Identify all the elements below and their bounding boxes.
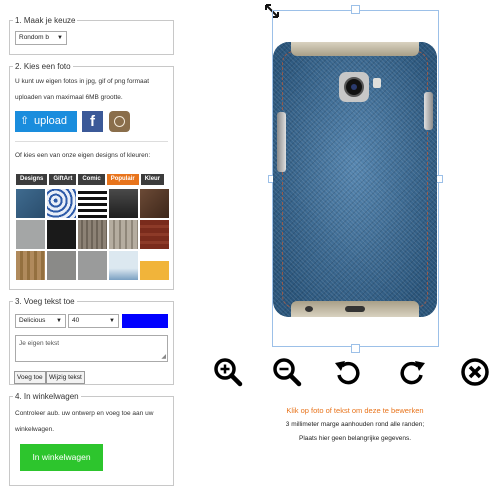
font-select-value: Delicious bbox=[19, 317, 46, 324]
phone-top-edge bbox=[291, 42, 419, 56]
step3-panel: 3. Voeg tekst toe Delicious ▼ 40 ▼ Je ei… bbox=[9, 296, 174, 385]
text-input-placeholder: Je eigen tekst bbox=[19, 340, 60, 347]
cart-info-line1: Controleer aub. uw ontwerp en voeg toe a… bbox=[15, 410, 154, 417]
camera-icon bbox=[339, 72, 369, 102]
margin-hint: 3 millimeter marge aanhouden rond alle r… bbox=[285, 421, 425, 428]
size-select-value: 40 bbox=[72, 317, 80, 324]
phone-case[interactable] bbox=[273, 42, 437, 317]
delete-icon[interactable] bbox=[460, 357, 490, 387]
design-thumbnail[interactable] bbox=[109, 189, 138, 218]
design-thumbnail[interactable] bbox=[47, 189, 76, 218]
design-thumbnail[interactable] bbox=[16, 251, 45, 280]
edit-text-button[interactable]: Wijzig tekst bbox=[46, 371, 85, 384]
tab-comic[interactable]: Comic bbox=[78, 174, 105, 185]
upload-intro-line2: uploaden van maximaal 6MB grootte. bbox=[15, 94, 123, 101]
tab-kleur[interactable]: Kleur bbox=[140, 174, 165, 185]
step2-legend: 2. Kies een foto bbox=[13, 61, 73, 72]
side-button-right bbox=[424, 92, 433, 130]
design-tabs: Designs GiftArt Comic Populair Kleur bbox=[16, 174, 165, 185]
step1-panel: 1. Maak je keuze Rondom b ▼ bbox=[9, 15, 174, 55]
instagram-icon[interactable] bbox=[109, 111, 130, 132]
step4-panel: 4. In winkelwagen Controleer aub. uw ont… bbox=[9, 391, 174, 486]
text-input[interactable]: Je eigen tekst ◢ bbox=[15, 335, 168, 362]
tab-populair[interactable]: Populair bbox=[106, 174, 139, 185]
add-to-cart-button[interactable]: In winkelwagen bbox=[20, 444, 103, 471]
design-thumbnail[interactable] bbox=[16, 220, 45, 249]
design-thumbnail[interactable] bbox=[78, 251, 107, 280]
resize-handle-icon[interactable]: ◢ bbox=[161, 354, 166, 361]
content-hint: Plaats hier geen belangrijke gegevens. bbox=[298, 435, 412, 442]
design-thumbnail[interactable] bbox=[47, 251, 76, 280]
design-thumbnail[interactable] bbox=[78, 220, 107, 249]
rotate-right-icon[interactable] bbox=[397, 357, 427, 387]
divider bbox=[15, 141, 168, 142]
model-select-value: Rondom b bbox=[19, 34, 49, 41]
facebook-icon[interactable]: f bbox=[82, 111, 103, 132]
design-thumbnail[interactable] bbox=[140, 189, 169, 218]
zoom-in-icon[interactable] bbox=[213, 357, 243, 387]
flash-icon bbox=[373, 78, 381, 88]
upload-intro-line1: U kunt uw eigen fotos in jpg, gif of png… bbox=[15, 78, 150, 85]
phone-bottom-edge bbox=[291, 301, 419, 317]
chevron-down-icon: ▼ bbox=[56, 318, 62, 324]
step3-legend: 3. Voeg tekst toe bbox=[13, 296, 77, 307]
font-select[interactable]: Delicious ▼ bbox=[15, 314, 66, 328]
tab-giftart[interactable]: GiftArt bbox=[49, 174, 77, 185]
model-select[interactable]: Rondom b ▼ bbox=[15, 31, 67, 45]
rotate-left-icon[interactable] bbox=[333, 357, 363, 387]
design-thumbnail[interactable] bbox=[140, 251, 169, 280]
zoom-out-icon[interactable] bbox=[272, 357, 302, 387]
step2-panel: 2. Kies een foto U kunt uw eigen fotos i… bbox=[9, 61, 174, 290]
step1-legend: 1. Maak je keuze bbox=[13, 15, 78, 26]
cart-info-line2: winkelwagen. bbox=[15, 426, 55, 433]
upload-icon: ⇧ bbox=[20, 115, 30, 127]
size-select[interactable]: 40 ▼ bbox=[68, 314, 119, 328]
design-thumbnail[interactable] bbox=[78, 189, 107, 218]
side-button-left bbox=[277, 112, 286, 172]
design-thumbnail[interactable] bbox=[140, 220, 169, 249]
add-text-button[interactable]: Voeg toe bbox=[14, 371, 46, 384]
selection-handle-top[interactable] bbox=[351, 5, 360, 14]
design-grid bbox=[16, 189, 169, 280]
design-thumbnail[interactable] bbox=[47, 220, 76, 249]
upload-label: upload bbox=[34, 115, 68, 127]
tab-designs[interactable]: Designs bbox=[16, 174, 48, 185]
design-thumbnail[interactable] bbox=[109, 251, 138, 280]
design-thumbnail[interactable] bbox=[109, 220, 138, 249]
selection-handle-bottom[interactable] bbox=[351, 344, 360, 353]
color-picker[interactable] bbox=[122, 314, 168, 328]
edit-hint: Klik op foto of tekst om deze te bewerke… bbox=[286, 406, 424, 415]
designs-intro: Of kies een van onze eigen designs of kl… bbox=[15, 152, 151, 159]
chevron-down-icon: ▼ bbox=[57, 35, 63, 41]
step4-legend: 4. In winkelwagen bbox=[13, 391, 81, 402]
chevron-down-icon: ▼ bbox=[109, 318, 115, 324]
upload-button[interactable]: ⇧ upload bbox=[15, 111, 77, 132]
design-thumbnail[interactable] bbox=[16, 189, 45, 218]
